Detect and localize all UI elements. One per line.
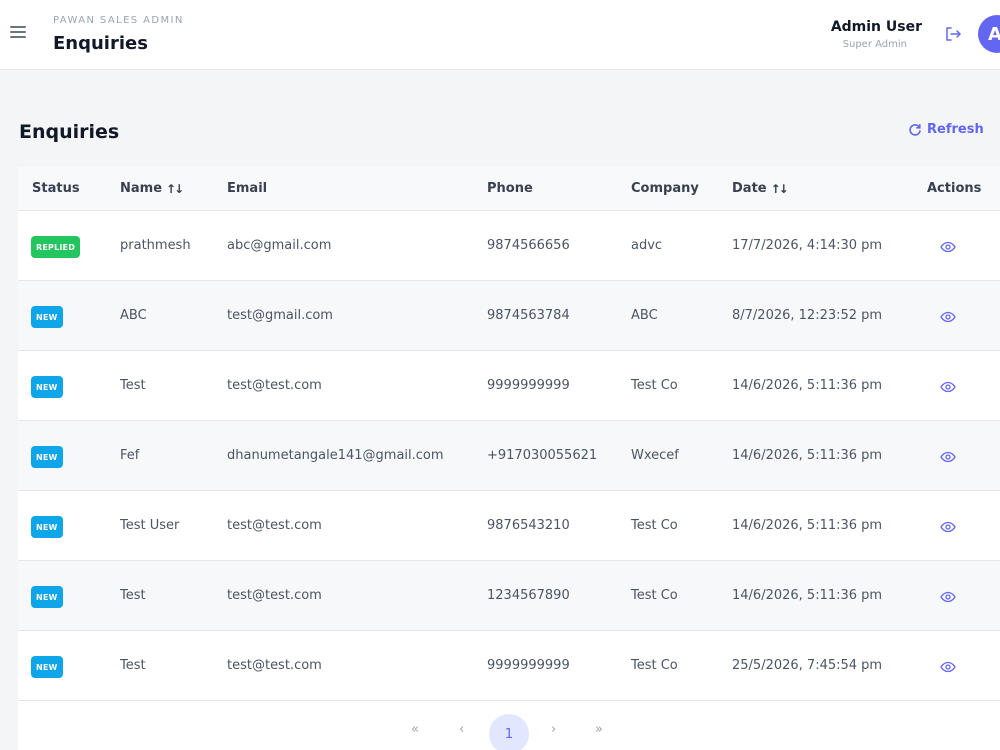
name-cell: Test [120, 378, 146, 393]
previous-page-button[interactable]: ‹ [459, 722, 464, 737]
phone-cell: 9999999999 [487, 658, 570, 673]
brand-label: PAWAN SALES ADMIN [53, 15, 184, 26]
column-header-date[interactable]: Date ↑↓ [732, 181, 789, 196]
first-page-button[interactable]: « [411, 722, 419, 737]
eye-icon[interactable] [940, 518, 956, 533]
table-row: NEW Fef dhanumetangale141@gmail.com +917… [18, 421, 1000, 491]
column-header-email: Email [227, 181, 268, 196]
phone-cell: +917030055621 [487, 448, 598, 463]
last-page-button[interactable]: » [595, 722, 603, 737]
eye-icon[interactable] [940, 658, 956, 673]
sort-icon[interactable]: ↑↓ [771, 182, 789, 196]
sort-icon[interactable]: ↑↓ [166, 182, 184, 196]
top-bar: PAWAN SALES ADMIN Enquiries Admin User S… [0, 0, 1000, 70]
phone-cell: 9876543210 [487, 518, 570, 533]
company-cell: Test Co [631, 518, 678, 533]
date-cell: 17/7/2026, 4:14:30 pm [732, 238, 883, 253]
company-cell: Test Co [631, 658, 678, 673]
table-row: NEW Test test@test.com 1234567890 Test C… [18, 561, 1000, 631]
status-badge: NEW [31, 446, 63, 468]
avatar[interactable]: A [978, 15, 1000, 53]
date-cell: 25/5/2026, 7:45:54 pm [732, 658, 883, 673]
company-cell: ABC [631, 308, 658, 323]
column-header-actions: Actions [927, 181, 982, 196]
menu-icon[interactable] [10, 26, 26, 40]
next-page-button[interactable]: › [551, 722, 556, 737]
table-row: NEW Test User test@test.com 9876543210 T… [18, 491, 1000, 561]
table-row: REPLIED prathmesh abc@gmail.com 98745666… [18, 211, 1000, 281]
user-name: Admin User [830, 19, 922, 35]
name-cell: prathmesh [120, 238, 191, 253]
email-cell: test@gmail.com [227, 308, 333, 323]
date-cell: 14/6/2026, 5:11:36 pm [732, 518, 883, 533]
section-title: Enquiries [19, 121, 120, 143]
table-row: NEW Test test@test.com 9999999999 Test C… [18, 631, 1000, 701]
table-header: Status Name ↑↓ Email Phone Company Date ↑↓… [18, 167, 1000, 211]
date-cell: 14/6/2026, 5:11:36 pm [732, 588, 883, 603]
status-badge: NEW [31, 306, 63, 328]
table-row: NEW Test test@test.com 9999999999 Test C… [18, 351, 1000, 421]
company-cell: Test Co [631, 588, 678, 603]
email-cell: test@test.com [227, 518, 322, 533]
eye-icon[interactable] [940, 378, 956, 393]
status-badge: REPLIED [31, 236, 81, 258]
name-cell: Test User [120, 518, 180, 533]
company-cell: advc [631, 238, 663, 253]
refresh-label: Refresh [927, 122, 984, 137]
name-cell: Test [120, 658, 146, 673]
date-cell: 14/6/2026, 5:11:36 pm [732, 448, 883, 463]
enquiries-table: Status Name ↑↓ Email Phone Company Date ↑↓… [18, 167, 1000, 750]
phone-cell: 9999999999 [487, 378, 570, 393]
name-cell: Test [120, 588, 146, 603]
page-1-button[interactable]: 1 [489, 714, 529, 750]
date-cell: 8/7/2026, 12:23:52 pm [732, 308, 883, 323]
phone-cell: 9874566656 [487, 238, 570, 253]
email-cell: test@test.com [227, 588, 322, 603]
status-badge: NEW [31, 376, 63, 398]
company-cell: Wxecef [631, 448, 679, 463]
column-header-phone: Phone [487, 181, 533, 196]
email-cell: test@test.com [227, 378, 322, 393]
company-cell: Test Co [631, 378, 678, 393]
eye-icon[interactable] [940, 448, 956, 463]
eye-icon[interactable] [940, 238, 956, 253]
email-cell: dhanumetangale141@gmail.com [227, 448, 444, 463]
email-cell: abc@gmail.com [227, 238, 332, 253]
column-header-name[interactable]: Name ↑↓ [120, 181, 184, 196]
name-cell: ABC [120, 308, 147, 323]
eye-icon[interactable] [940, 308, 956, 323]
table-row: NEW ABC test@gmail.com 9874563784 ABC 8/… [18, 281, 1000, 351]
status-badge: NEW [31, 656, 63, 678]
column-header-status: Status [32, 181, 80, 196]
status-badge: NEW [31, 586, 63, 608]
refresh-button[interactable]: Refresh [908, 122, 984, 137]
eye-icon[interactable] [940, 588, 956, 603]
name-cell: Fef [120, 448, 140, 463]
phone-cell: 9874563784 [487, 308, 570, 323]
user-role: Super Admin [842, 39, 907, 50]
column-header-company: Company [631, 181, 699, 196]
status-badge: NEW [31, 516, 63, 538]
page-title: Enquiries [53, 33, 148, 54]
refresh-icon [909, 123, 921, 136]
phone-cell: 1234567890 [487, 588, 570, 603]
pagination: « ‹ 1 › » [18, 704, 1000, 750]
date-cell: 14/6/2026, 5:11:36 pm [732, 378, 883, 393]
email-cell: test@test.com [227, 658, 322, 673]
logout-icon[interactable] [943, 24, 963, 44]
